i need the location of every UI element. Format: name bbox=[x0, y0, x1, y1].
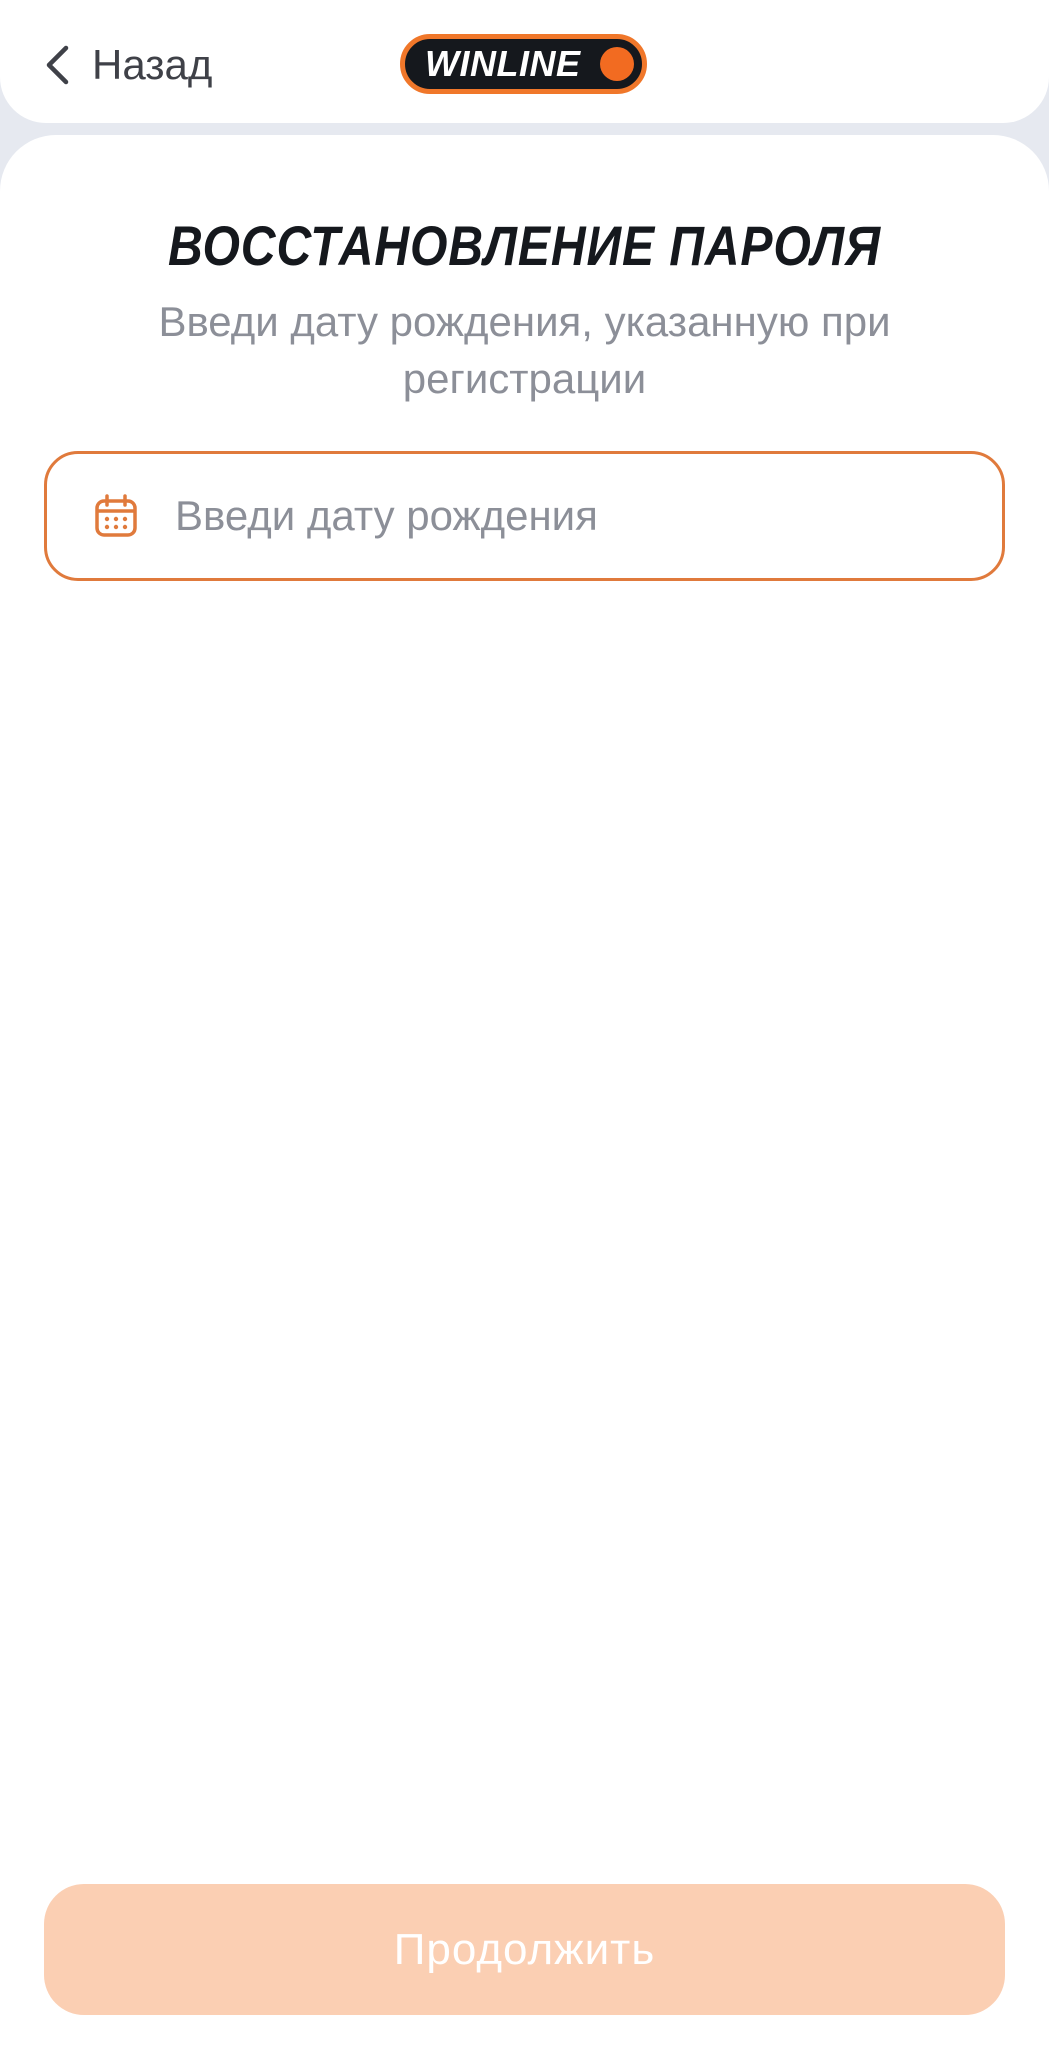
page-subtitle: Введи дату рождения, указанную при регис… bbox=[158, 298, 891, 402]
logo-text: WINLINE bbox=[425, 43, 581, 84]
winline-logo: WINLINE bbox=[400, 34, 647, 94]
chevron-left-icon bbox=[44, 44, 70, 86]
birth-date-input[interactable] bbox=[175, 492, 895, 540]
back-label: Назад bbox=[92, 41, 213, 88]
content-card: ВОССТАНОВЛЕНИЕ ПАРОЛЯ Введи дату рождени… bbox=[0, 135, 1049, 2048]
continue-button[interactable]: Продолжить bbox=[44, 1884, 1005, 2015]
birth-date-field[interactable] bbox=[44, 451, 1005, 581]
back-button[interactable]: Назад bbox=[44, 30, 212, 100]
page-title: ВОССТАНОВЛЕНИЕ ПАРОЛЯ bbox=[168, 214, 881, 277]
calendar-icon bbox=[93, 493, 139, 539]
logo-dot bbox=[600, 47, 634, 81]
top-bar: Назад WINLINE bbox=[0, 0, 1049, 123]
